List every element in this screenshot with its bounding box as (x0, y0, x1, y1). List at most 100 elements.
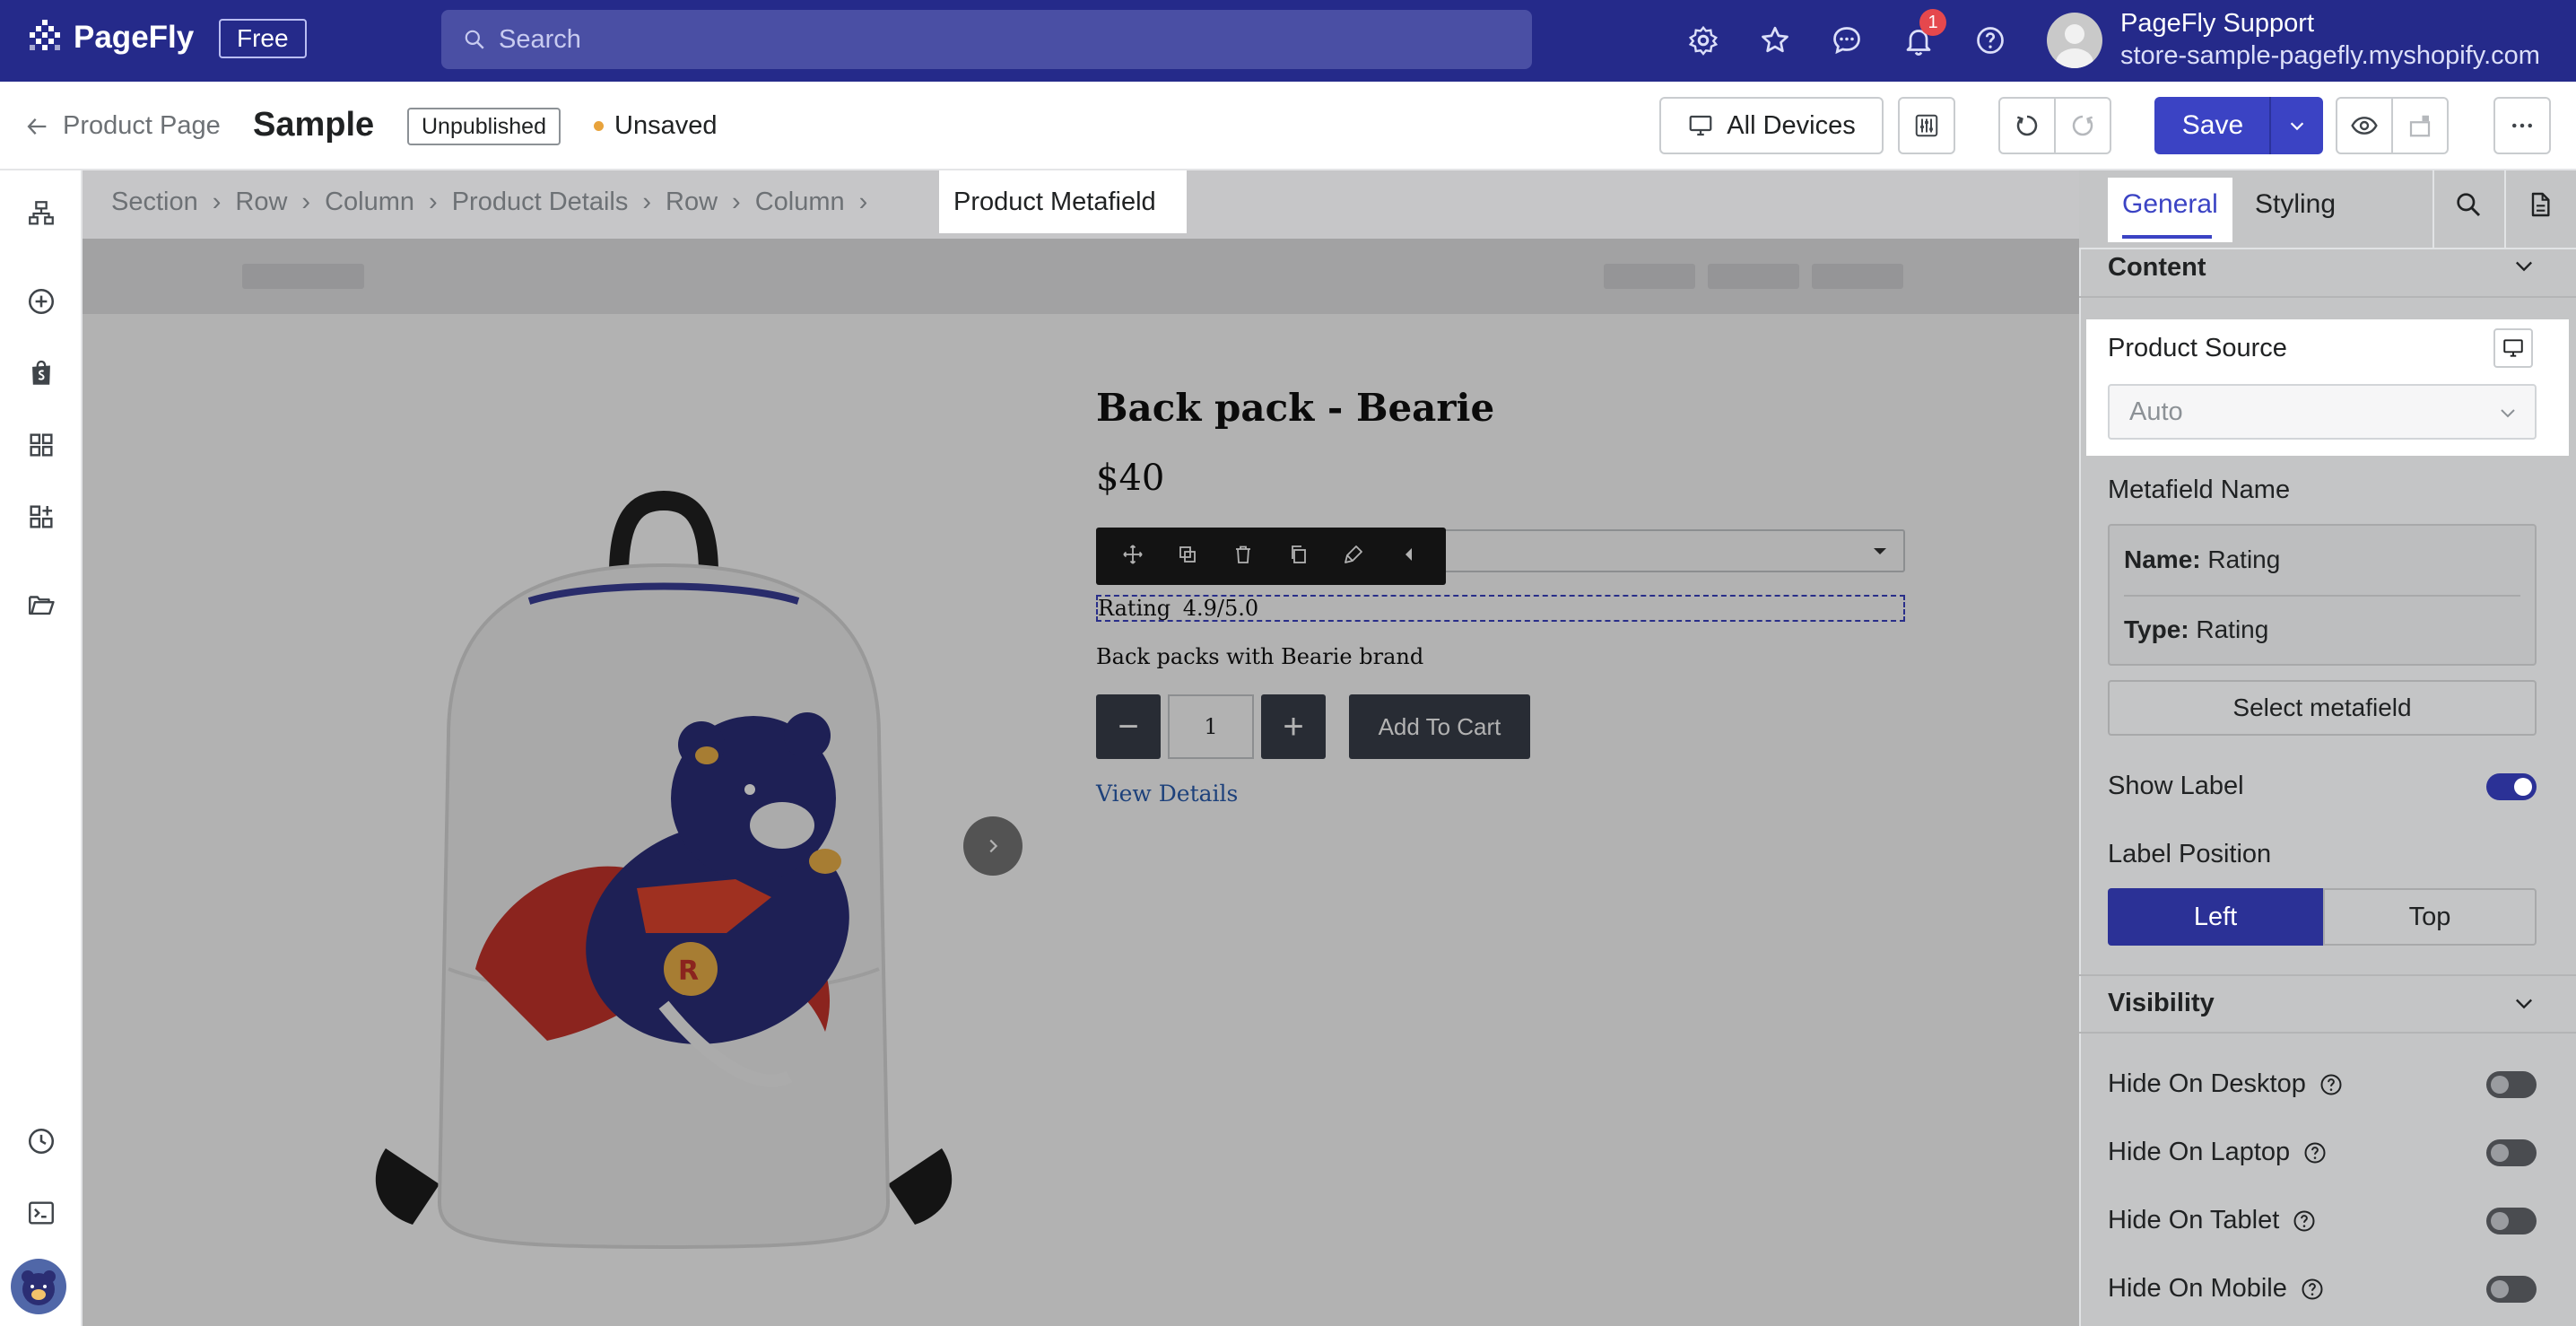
hide-on-mobile-row: Hide On Mobile (2108, 1274, 2325, 1304)
chevron-down-icon[interactable] (2511, 990, 2537, 1020)
sections-grid-icon[interactable] (20, 423, 63, 467)
nav-placeholder (1812, 264, 1903, 289)
page-settings-button[interactable] (1898, 97, 1955, 154)
chevron-right-icon: › (429, 188, 438, 216)
more-options-button[interactable] (2493, 97, 2551, 154)
breadcrumb-item-section[interactable]: Section (111, 188, 198, 217)
hide-on-tablet-row: Hide On Tablet (2108, 1206, 2317, 1235)
device-label: All Devices (1727, 110, 1856, 140)
pagefly-logo[interactable]: PageFly (25, 18, 194, 57)
metafield-type-key: Type: (2124, 615, 2189, 643)
redo-button[interactable] (2054, 97, 2111, 154)
label-position-left[interactable]: Left (2108, 888, 2323, 946)
back-to-product-page[interactable]: Product Page (25, 111, 221, 141)
device-selector-button[interactable]: All Devices (1659, 97, 1884, 154)
product-image[interactable]: R (341, 467, 987, 1274)
redo-icon (2072, 115, 2093, 136)
breadcrumb-item-column[interactable]: Column (325, 188, 414, 217)
hide-on-laptop-label: Hide On Laptop (2108, 1138, 2291, 1166)
hide-on-desktop-toggle[interactable] (2486, 1071, 2537, 1098)
help-circle-icon[interactable] (2300, 1277, 2325, 1302)
product-price: $40 (1096, 458, 1165, 499)
product-title: Back pack - Bearie (1096, 386, 1495, 430)
breadcrumb-item-product-metafield[interactable]: Product Metafield (939, 170, 1187, 233)
move-icon[interactable] (1122, 544, 1144, 570)
label-position-top[interactable]: Top (2323, 888, 2537, 946)
preview-button[interactable] (2336, 97, 2393, 154)
quantity-decrease-button[interactable]: − (1096, 694, 1161, 759)
responsive-device-toggle[interactable] (2493, 328, 2533, 368)
star-icon[interactable] (1754, 20, 1796, 61)
document-icon[interactable] (2526, 190, 2554, 223)
breadcrumb-item-column[interactable]: Column (755, 188, 845, 217)
help-circle-icon[interactable] (2319, 1072, 2344, 1097)
user-name[interactable]: PageFly Support (2120, 9, 2314, 39)
toggle-knob (2491, 1212, 2509, 1230)
search-placeholder: Search (499, 24, 581, 54)
publish-button[interactable] (2391, 97, 2449, 154)
ellipsis-icon (2512, 123, 2532, 128)
help-circle-icon[interactable] (2302, 1140, 2328, 1165)
code-terminal-icon[interactable] (20, 1191, 63, 1234)
tab-general[interactable]: General (2108, 178, 2232, 242)
history-icon[interactable] (20, 1120, 63, 1163)
add-element-icon[interactable] (20, 280, 63, 323)
collapse-arrow-icon[interactable] (1398, 544, 1420, 570)
content-section-heading[interactable]: Content (2108, 253, 2206, 283)
quantity-input[interactable]: 1 (1168, 694, 1254, 759)
shopify-bag-icon[interactable] (20, 352, 63, 395)
toggle-knob (2491, 1280, 2509, 1298)
user-avatar[interactable] (2047, 13, 2102, 68)
plan-badge: Free (219, 19, 307, 58)
delete-icon[interactable] (1232, 544, 1254, 570)
chevron-down-icon[interactable] (2511, 253, 2537, 283)
breadcrumb-item-row[interactable]: Row (235, 188, 287, 217)
chevron-right-icon: › (301, 188, 311, 216)
chevron-down-icon (2290, 122, 2304, 131)
select-metafield-button[interactable]: Select metafield (2108, 680, 2537, 736)
search-icon[interactable] (2454, 190, 2483, 223)
folder-icon[interactable] (20, 583, 63, 626)
publish-icon (2409, 115, 2431, 137)
undo-button[interactable] (1998, 97, 2056, 154)
image-next-button[interactable] (963, 816, 1023, 876)
user-store-domain[interactable]: store-sample-pagefly.myshopify.com (2120, 41, 2540, 71)
view-details-link[interactable]: View Details (1096, 781, 1238, 807)
metafield-name-row: Name: Rating (2124, 545, 2280, 574)
duplicate-icon[interactable] (1288, 544, 1310, 570)
show-label-toggle[interactable] (2486, 773, 2537, 800)
hide-on-tablet-toggle[interactable] (2486, 1208, 2537, 1234)
metafield-name-key: Name: (2124, 545, 2201, 573)
breadcrumb-item-product-details[interactable]: Product Details (452, 188, 629, 217)
label-position-label: Label Position (2108, 840, 2272, 868)
product-source-select[interactable]: Auto (2108, 384, 2537, 440)
rating-value: 4.9/5.0 (1182, 596, 1259, 621)
settings-icon[interactable] (1683, 20, 1724, 61)
save-button[interactable]: Save (2154, 97, 2271, 154)
apps-icon[interactable] (20, 495, 63, 538)
metafield-name-value: Rating (2207, 545, 2281, 573)
add-to-cart-button[interactable]: Add To Cart (1349, 694, 1530, 759)
hide-on-mobile-toggle[interactable] (2486, 1276, 2537, 1303)
tab-styling[interactable]: Styling (2255, 178, 2336, 231)
quantity-increase-button[interactable]: + (1261, 694, 1326, 759)
help-icon[interactable] (1970, 20, 2011, 61)
hide-on-laptop-toggle[interactable] (2486, 1139, 2537, 1166)
search-input[interactable]: Search (441, 10, 1532, 69)
nav-placeholder (1708, 264, 1799, 289)
page-outline-icon[interactable] (20, 192, 63, 235)
select-parent-icon[interactable] (1177, 544, 1198, 570)
chat-icon[interactable] (1826, 20, 1867, 61)
save-status: Unsaved (594, 111, 717, 141)
style-brush-icon[interactable] (1343, 544, 1364, 570)
publish-status-badge: Unpublished (407, 108, 561, 145)
help-circle-icon[interactable] (2292, 1208, 2317, 1234)
backpack-image: R (375, 490, 953, 1250)
product-metafield-rating[interactable]: Rating 4.9/5.0 (1096, 595, 1905, 622)
save-options-button[interactable] (2269, 97, 2323, 154)
product-description: Back packs with Bearie brand (1096, 644, 1424, 669)
visibility-section-heading[interactable]: Visibility (2108, 989, 2215, 1018)
pagefly-mascot-avatar[interactable] (11, 1259, 66, 1314)
eye-icon (2351, 117, 2378, 135)
breadcrumb-item-row[interactable]: Row (666, 188, 718, 217)
